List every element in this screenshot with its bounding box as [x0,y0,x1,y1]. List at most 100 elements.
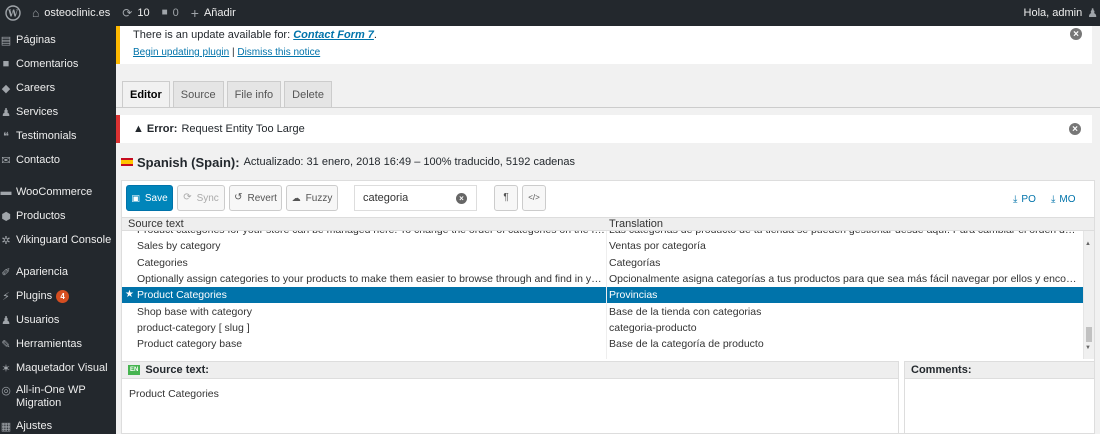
sidebar-item-maquetador-visual[interactable]: ✶ Maquetador Visual [0,356,116,380]
tab-editor[interactable]: Editor [122,81,170,108]
table-row[interactable]: Categories Categorías [122,255,1083,271]
woocommerce-icon: ▬ [0,186,12,198]
star-icon: ★ [125,289,134,301]
builder-icon: ✶ [1,362,11,375]
save-button[interactable]: ▣ Save [126,185,173,211]
comments-link[interactable]: ■ 0 [156,0,185,26]
sidebar-item-ajustes[interactable]: ▦ Ajustes [0,414,116,434]
comments-pane: Comments: [904,361,1094,434]
scroll-down-icon[interactable]: ▼ [1085,345,1091,351]
fuzzy-button[interactable]: ☁ Fuzzy [286,185,338,211]
download-mo-link[interactable]: ⤓ MO [1051,194,1076,205]
wordpress-logo-icon[interactable]: W [0,0,26,26]
dismiss-notice-link[interactable]: Dismiss this notice [237,47,320,58]
sidebar-item-services[interactable]: ♟ Services [0,100,116,124]
comments-count: 0 [172,7,179,19]
sidebar-item-vikinguard-console[interactable]: ✲ Vikinguard Console [0,228,116,252]
clear-search-icon[interactable]: × [456,193,467,204]
language-header: Spanish (Spain): Actualizado: 31 enero, … [121,152,575,172]
cloud-icon: ☁ [291,192,301,203]
sidebar-item-label: WooCommerce [16,186,93,198]
quote-icon: ❝ [3,130,9,143]
sidebar-item-label: Careers [16,82,56,94]
sidebar-item-label: Services [16,106,59,118]
main-content: There is an update available for: Contac… [116,26,1100,434]
sidebar-item-usuarios[interactable]: ♟ Usuarios [0,308,116,332]
download-po-link[interactable]: ⤓ PO [1013,194,1036,205]
sidebar-item-páginas[interactable]: ▤ Páginas [0,28,116,52]
sidebar-item-productos[interactable]: ⬢ Productos [0,204,116,228]
sidebar-item-plugins[interactable]: ⚡ Plugins 4 [0,284,116,308]
sync-button[interactable]: ⟳ Sync [177,185,225,211]
table-row[interactable]: Product category base Base de la categorí… [122,336,1083,352]
table-row[interactable]: Shop base with category Base de la tienda… [122,304,1083,320]
invisibles-button[interactable]: ¶ [494,185,518,211]
tab-source[interactable]: Source [172,81,224,108]
sidebar-item-label: All-in-One WP Migration [16,384,86,409]
list-scrollbar[interactable]: ▲ ▼ [1083,231,1094,359]
translation-cell: Provincias [609,289,658,302]
search-input[interactable] [363,192,453,204]
scroll-thumb[interactable] [1086,327,1092,342]
services-icon: ♟ [1,106,11,119]
tab-file-info[interactable]: File info [226,81,282,108]
sidebar-item-apariencia[interactable]: ✐ Apariencia [0,260,116,284]
plugins-update-badge: 4 [56,289,70,303]
source-text-value: Product Categories [129,388,219,400]
dismiss-error-icon[interactable]: × [1069,123,1081,135]
tab-delete[interactable]: Delete [284,81,332,108]
sidebar-item-herramientas[interactable]: ✎ Herramientas [0,332,116,356]
table-row[interactable]: Optionally assign categories to your pro… [122,271,1083,287]
table-row[interactable]: product-category [ slug ] categoria-produ… [122,320,1083,336]
table-row[interactable]: Product categories for your store can be… [122,231,1083,238]
table-row[interactable]: Sales by category Ventas por categoría [122,238,1083,254]
download-icon: ⤓ [1013,193,1018,205]
sidebar-item-label: Plugins [16,290,53,302]
site-name: osteoclinic.es [44,7,111,19]
error-notice: ▲ Error: Request Entity Too Large × [116,115,1092,143]
sidebar-item-all-in-one-wp-migration[interactable]: ◎ All-in-One WP Migration [0,380,116,416]
comment-bubble-icon: ■ [161,7,168,18]
scroll-up-icon[interactable]: ▲ [1085,241,1091,247]
source-cell: Product categories for your store can be… [137,231,607,236]
update-notice: There is an update available for: Contac… [116,26,1092,64]
add-new-link[interactable]: + Añadir [185,0,242,26]
gear-icon: ✲ [1,234,11,247]
translation-cell: Ventas por categoría [609,240,706,253]
error-label: Error: [146,123,178,135]
user-avatar-icon: ♟ [1087,6,1098,20]
refresh-icon: ⟳ [122,6,133,20]
language-name: Spanish (Spain): [137,154,240,170]
plus-icon: + [190,5,199,21]
plugin-link[interactable]: Contact Form 7 [293,29,374,41]
revert-icon: ↺ [234,192,243,203]
site-name-link[interactable]: ⌂ osteoclinic.es [26,0,116,26]
admin-bar: W ⌂ osteoclinic.es ⟳ 10 ■ 0 + Añadir Hol… [0,0,1100,26]
updates-link[interactable]: ⟳ 10 [116,0,155,26]
editor-tabs: Editor Source File info Delete [122,81,332,108]
pilcrow-icon: ¶ [503,192,509,203]
sidebar-item-label: Apariencia [16,266,68,278]
table-header: Source text Translation [122,217,1094,231]
sidebar-item-woocommerce[interactable]: ▬ WooCommerce [0,180,116,204]
revert-button[interactable]: ↺ Revert [229,185,282,211]
dismiss-update-icon[interactable]: × [1070,28,1082,40]
sidebar-item-careers[interactable]: ◆ Careers [0,76,116,100]
table-row[interactable]: ★ Product Categories Provincias [122,287,1083,304]
my-account-link[interactable]: Hola, admin ♟ [1018,0,1100,26]
column-header-translation[interactable]: Translation [609,218,663,230]
careers-icon: ◆ [1,82,11,95]
column-header-source[interactable]: Source text [128,218,184,230]
comments-pane-header: Comments: [905,362,1094,379]
sidebar-item-contacto[interactable]: ✉ Contacto [0,148,116,172]
source-cell: Product category base [137,338,243,351]
sidebar-item-label: Productos [16,210,66,222]
code-view-button[interactable]: </> [522,185,546,211]
error-message: Request Entity Too Large [181,123,305,135]
sidebar-item-testimonials[interactable]: ❝ Testimonials [0,124,116,148]
sidebar-item-comentarios[interactable]: ■ Comentarios [0,52,116,76]
translation-cell: Categorías [609,256,661,269]
update-notice-actions: Begin updating plugin | Dismiss this not… [133,47,321,58]
translation-cell: Las categorías de producto de tu tienda … [609,231,1079,236]
begin-updating-link[interactable]: Begin updating plugin [133,47,229,58]
